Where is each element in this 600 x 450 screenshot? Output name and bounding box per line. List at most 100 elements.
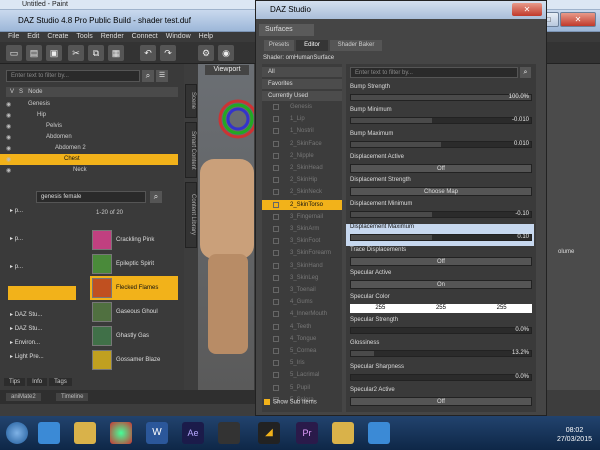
tab-tips[interactable]: Tips [4, 378, 26, 386]
property-slider[interactable]: 13.2% [350, 350, 532, 358]
surface-group-5_pupil[interactable]: 5_Pupil [262, 383, 342, 393]
property-slider[interactable]: 0.0% [350, 327, 532, 334]
library-folder[interactable]: ▸ DAZ Stu... [10, 322, 42, 336]
show-sub-items-checkbox[interactable]: Show Sub Items [264, 399, 317, 406]
property-slider[interactable]: 0.0% [350, 373, 532, 381]
group-checkbox[interactable] [273, 177, 279, 184]
scene-node-abdomen-2[interactable]: ◉ Abdomen 2 [0, 143, 178, 154]
tab-viewport[interactable]: Viewport [205, 65, 249, 75]
options-icon[interactable]: ☰ [156, 70, 168, 82]
tab-info[interactable]: Info [27, 378, 48, 386]
surface-group-5_iris[interactable]: 5_Iris [262, 358, 342, 368]
save-icon[interactable]: ▣ [46, 45, 62, 61]
group-checkbox[interactable] [273, 372, 279, 379]
surface-group-5_lacrimal[interactable]: 5_Lacrimal [262, 370, 342, 380]
open-icon[interactable]: ▤ [26, 45, 42, 61]
group-checkbox[interactable] [273, 299, 279, 306]
library-item[interactable]: Flecked Flames [90, 276, 178, 300]
surface-group-4_gums[interactable]: 4_Gums [262, 297, 342, 307]
menu-item-file[interactable]: File [8, 32, 19, 42]
library-item[interactable]: Gossamer Blaze [90, 348, 178, 372]
surface-group-5_cornea[interactable]: 5_Cornea [262, 346, 342, 356]
group-checkbox[interactable] [273, 201, 279, 208]
menu-item-tools[interactable]: Tools [76, 32, 92, 42]
viewport[interactable] [198, 64, 254, 390]
scene-node-genesis[interactable]: ◉ Genesis [0, 99, 178, 110]
after-effects-icon[interactable]: Ae [182, 422, 204, 444]
library-search-input[interactable]: genesis female [36, 191, 146, 203]
menu-item-window[interactable]: Window [166, 32, 191, 42]
menu-item-connect[interactable]: Connect [132, 32, 158, 42]
library-search-icon[interactable]: ⌕ [150, 191, 162, 203]
group-checkbox[interactable] [273, 262, 279, 269]
surface-group-favorites[interactable]: Favorites [262, 79, 342, 89]
surface-group-3_fingernail[interactable]: 3_Fingernail [262, 212, 342, 222]
copy-icon[interactable]: ⧉ [88, 45, 104, 61]
props-filter-input[interactable]: Enter text to filter by... [350, 67, 518, 78]
group-checkbox[interactable] [273, 189, 279, 196]
group-checkbox[interactable] [273, 128, 279, 135]
group-checkbox[interactable] [273, 238, 279, 245]
property-slider[interactable]: -0.010 [350, 117, 532, 125]
tab-smart-content[interactable]: Smart Content [185, 122, 197, 178]
surface-group-2_skintorso[interactable]: 2_SkinTorso [262, 199, 342, 210]
menu-item-help[interactable]: Help [199, 32, 213, 42]
group-checkbox[interactable] [273, 287, 279, 293]
library-folder[interactable]: ▸ p... [10, 260, 23, 274]
surface-group-3_skinfoot[interactable]: 3_SkinFoot [262, 236, 342, 246]
group-checkbox[interactable] [273, 360, 279, 367]
props-search-icon[interactable]: ⌕ [520, 67, 531, 78]
eye-icon[interactable]: ◉ [6, 166, 11, 177]
surface-group-3_skinforearm[interactable]: 3_SkinForearm [262, 248, 342, 258]
surface-group-3_skinhand[interactable]: 3_SkinHand [262, 261, 342, 271]
color-field[interactable]: 255 255 255 [350, 303, 532, 313]
start-button[interactable] [6, 422, 28, 444]
menu-item-edit[interactable]: Edit [27, 32, 39, 42]
word-icon[interactable]: W [146, 422, 168, 444]
group-checkbox[interactable] [273, 335, 279, 342]
group-checkbox[interactable] [273, 384, 279, 391]
camera-icon[interactable]: ◉ [218, 45, 234, 61]
property-button[interactable]: Off [350, 257, 532, 267]
scene-filter-input[interactable]: Enter text to filter by... [6, 70, 140, 82]
cut-icon[interactable]: ✂ [68, 45, 84, 61]
group-checkbox[interactable] [273, 226, 279, 232]
scene-node-pelvis[interactable]: ◉ Pelvis [0, 121, 178, 132]
folder-icon[interactable] [332, 422, 354, 444]
library-folder[interactable]: ▸ DAZ Stu... [10, 308, 42, 322]
group-checkbox[interactable] [273, 348, 279, 354]
paste-icon[interactable]: ▦ [108, 45, 124, 61]
property-slider[interactable]: 100.0% [350, 94, 532, 101]
tab-presets[interactable]: Presets [264, 40, 294, 51]
premiere-icon[interactable]: Pr [296, 422, 318, 444]
property-slider[interactable]: 0.10 [350, 233, 532, 241]
undo-icon[interactable]: ↶ [140, 45, 156, 61]
library-item[interactable]: Epileptic Spirit [90, 252, 178, 276]
group-checkbox[interactable] [273, 274, 279, 281]
library-folder[interactable]: ▸ p... [10, 232, 23, 246]
group-checkbox[interactable] [273, 152, 279, 159]
tab-tags[interactable]: Tags [49, 378, 72, 386]
surface-group-3_skinarm[interactable]: 3_SkinArm [262, 224, 342, 234]
property-slider[interactable]: 0.010 [350, 140, 532, 148]
group-checkbox[interactable] [273, 311, 279, 318]
library-item[interactable]: Crackling Pink [90, 228, 178, 252]
surface-group-genesis[interactable]: Genesis [262, 102, 342, 112]
daz-icon[interactable]: ◢ [258, 422, 280, 444]
close-button[interactable]: ✕ [560, 12, 596, 27]
group-checkbox[interactable] [273, 104, 279, 110]
scene-node-chest[interactable]: ◉ Chest [0, 154, 178, 165]
render-icon[interactable]: ⚙ [198, 45, 214, 61]
tab-editor[interactable]: Editor [296, 40, 328, 51]
explorer-icon[interactable] [74, 422, 96, 444]
library-item[interactable]: Ghastly Gas [90, 324, 178, 348]
scene-node-neck[interactable]: ◉ Neck [0, 165, 178, 176]
surface-group-4_teeth[interactable]: 4_Teeth [262, 322, 342, 332]
tab-scene[interactable]: Scene [185, 84, 197, 118]
property-button[interactable]: Choose Map [350, 187, 532, 197]
dialog-close-button[interactable]: ✕ [512, 3, 542, 16]
property-button[interactable]: On [350, 280, 532, 290]
property-button[interactable]: Off [350, 396, 532, 406]
redo-icon[interactable]: ↷ [160, 45, 176, 61]
surface-group-2_skinhip[interactable]: 2_SkinHip [262, 175, 342, 185]
